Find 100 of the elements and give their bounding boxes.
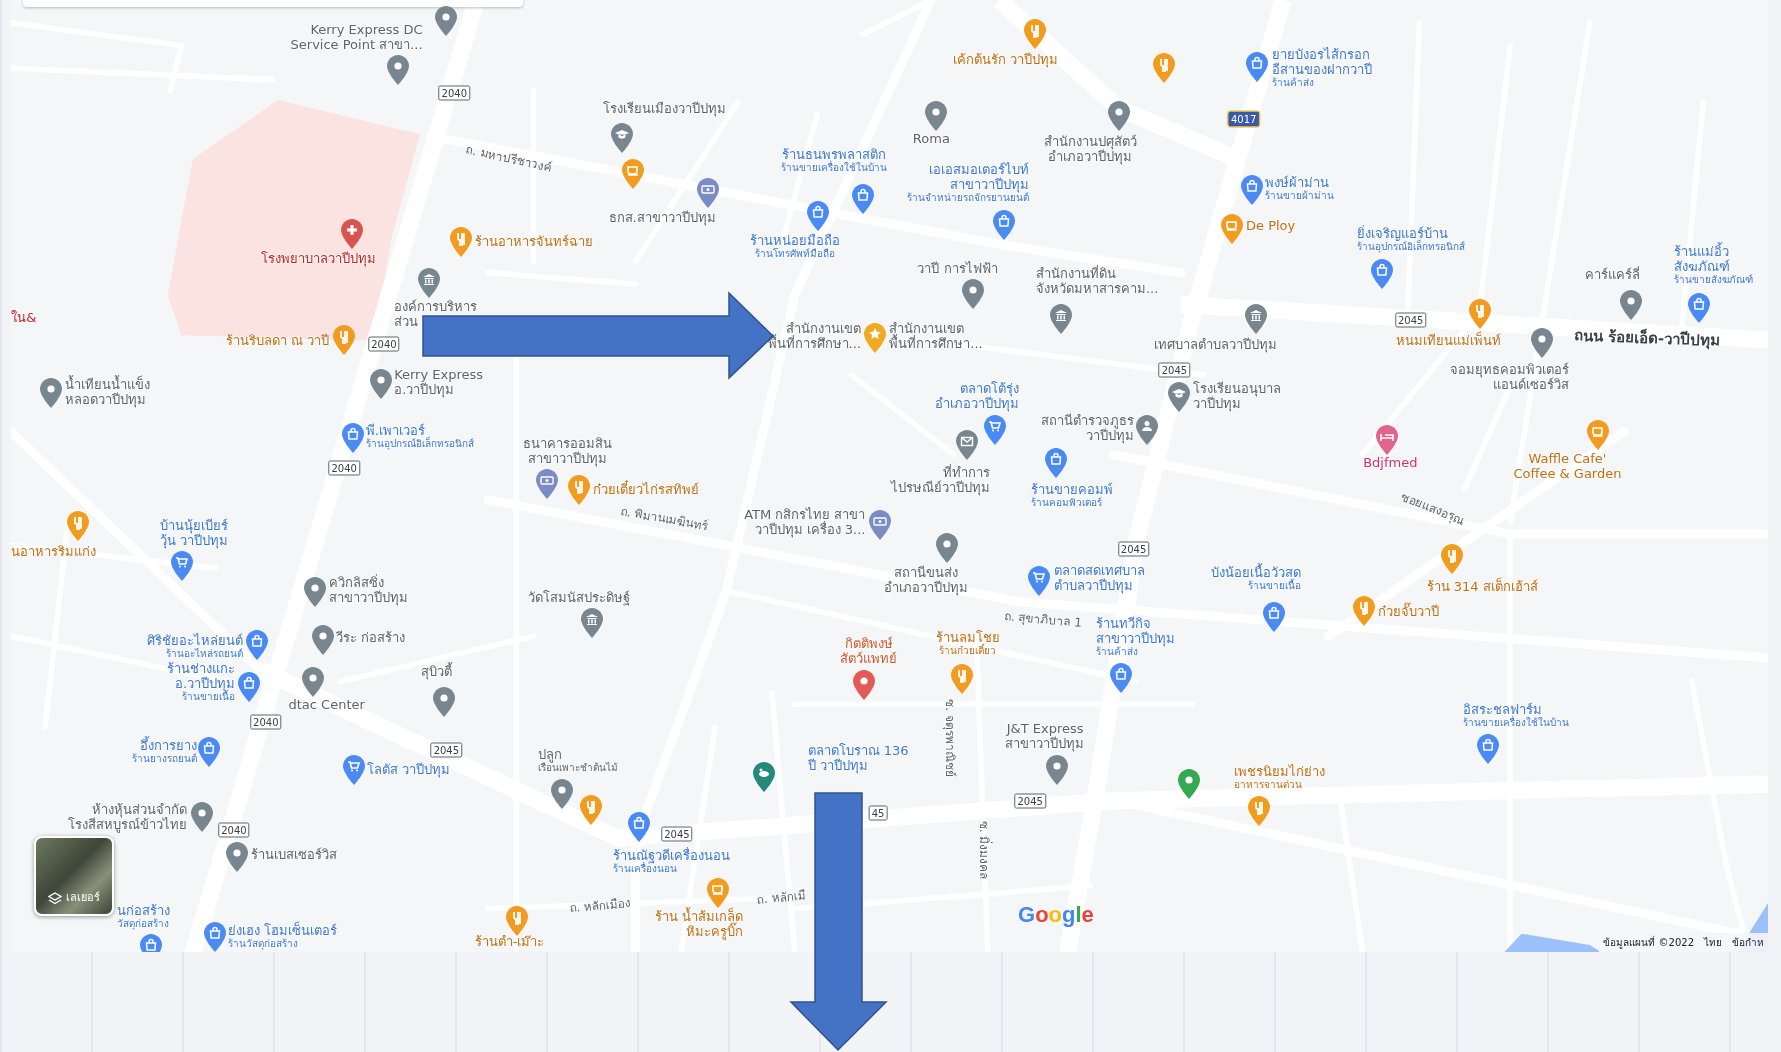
route-shield: 2040 [368,336,400,352]
layers-button[interactable]: เลเยอร์ [34,836,114,916]
cart-pin-icon[interactable] [984,414,1006,445]
cup-pin-icon[interactable] [1587,420,1610,451]
place-label: พงษ์ผ้าม่าน [1265,174,1330,190]
location-pin-icon[interactable] [1046,755,1069,786]
cart-pin-icon[interactable] [1028,565,1051,596]
map-data-credit[interactable]: ข้อมูลแผนที่ ©2022 [1603,935,1694,950]
shopping-bag-pin-icon[interactable] [1476,733,1499,764]
place-label: โรงพยาบาลวาปีปทุม [260,251,376,266]
place-category: ร้านอุปกรณ์อิเล็กทรอนิกส์ [1357,241,1466,254]
shopping-bag-pin-icon[interactable] [993,210,1016,241]
location-pin-icon[interactable] [936,532,959,563]
fork-knife-pin-icon[interactable] [450,227,473,258]
building-pin-icon[interactable] [1049,304,1072,335]
place-label: บังน้อยเนื้อวัวสด [1210,564,1301,580]
street-name: ซ. จตุรพาณิชย์ [941,699,958,778]
building-pin-icon[interactable] [418,268,441,299]
location-pin-icon[interactable] [924,101,947,132]
place-label: ตลาดโต้รุ่ง อำเภอวาปีปทุม [934,380,1019,411]
place-label: ร้านขายคอมพ์ [1031,481,1114,497]
place-label: ตลาดโบราณ 136 ปี วาปีปทุม [807,742,909,773]
cart-pin-icon[interactable] [343,755,366,786]
shopping-bag-pin-icon[interactable] [1263,602,1286,632]
place-label: สถานีขนส่ง อำเภอวาปีปทุม [883,564,968,595]
place-category: ร้านโทรศัพท์มือถือ [755,247,836,260]
location-pin-icon[interactable] [303,577,326,607]
location-pin-icon[interactable] [1620,289,1643,320]
location-pin-icon[interactable] [435,5,458,36]
place-label: ยายบังอรไส้กรอก อีสานของฝากวาปี [1272,46,1373,77]
fork-knife-pin-icon[interactable] [1153,53,1176,84]
star-pin-icon[interactable] [863,322,886,353]
location-pin-icon[interactable] [311,624,334,655]
place-category: ร้านวัสดุก่อสร้าง [228,938,299,951]
place-label: คาร์แคร์ลี่ [1585,266,1641,282]
route-shield: 4017 [1228,111,1260,127]
shopping-bag-pin-icon[interactable] [237,672,260,703]
shopping-bag-pin-icon[interactable] [1045,447,1068,478]
bed-pin-icon[interactable] [1375,424,1398,455]
fork-knife-pin-icon[interactable] [579,795,602,826]
cup-pin-icon[interactable] [621,159,644,189]
location-pin-icon[interactable] [1531,328,1554,359]
fork-knife-pin-icon[interactable] [1353,596,1376,627]
fork-knife-pin-icon[interactable] [1247,796,1270,827]
street-name: ถ. หลักเมื [756,887,807,909]
shopping-bag-pin-icon[interactable] [198,737,220,768]
fork-knife-pin-icon[interactable] [333,324,356,355]
shopping-bag-pin-icon[interactable] [806,201,829,232]
location-pin-icon[interactable] [191,801,214,832]
shopping-bag-pin-icon[interactable] [1688,293,1711,324]
cup-pin-icon[interactable] [706,878,729,908]
graduation-cap-pin-icon[interactable] [611,122,634,153]
fork-knife-pin-icon[interactable] [67,511,90,542]
place-category: ร้านค้าส่ง [1096,645,1139,658]
fork-knife-pin-icon[interactable] [1023,19,1046,50]
fork-knife-pin-icon[interactable] [1469,298,1491,329]
envelope-pin-icon[interactable] [955,430,978,461]
terms-link[interactable]: ข้อกำห [1732,935,1764,950]
fork-knife-pin-icon[interactable] [568,474,591,505]
fork-knife-pin-icon[interactable] [951,664,974,695]
place-label: สำนักงานที่ดิน จังหวัดมหาสารคาม... [1035,265,1159,296]
location-pin-icon[interactable] [302,666,325,697]
place-label: ก๋วยเตี๋ยวไก่รสทิพย์ [592,481,699,497]
cup-pin-icon[interactable] [1221,213,1244,244]
place-category: ร้านขายเครื่องใช้ในบ้าน [1462,716,1569,729]
location-pin-icon[interactable] [853,670,876,701]
banknote-pin-icon[interactable] [696,178,719,209]
location-pin-icon[interactable] [40,378,63,409]
shopping-bag-pin-icon[interactable] [203,922,226,952]
location-pin-icon[interactable] [226,841,249,872]
shopping-bag-pin-icon[interactable] [628,812,651,843]
location-pin-icon[interactable] [551,779,574,810]
place-label: ร้านหน่อยมือถือ [750,232,841,248]
place-label: ร้านทวีกิจ สาขาวาปีปทุม [1096,615,1176,646]
location-pin-icon[interactable] [386,54,409,85]
place-label: Kerry Express DC Service Point สาขา... [290,21,423,52]
language-link[interactable]: ไทย [1704,935,1722,950]
place-category: ร้านเครื่องนอน [613,863,678,876]
banknote-pin-icon[interactable] [536,469,559,500]
fork-knife-pin-icon[interactable] [505,906,528,937]
cart-pin-icon[interactable] [170,550,193,581]
graduation-cap-pin-icon[interactable] [1168,381,1190,412]
place-label: ร้านธนพรพลาสติก [781,146,886,162]
shopping-bag-pin-icon[interactable] [1110,663,1133,694]
location-pin-icon[interactable] [433,687,456,718]
shopping-bag-pin-icon[interactable] [1246,52,1269,83]
shopping-bag-pin-icon[interactable] [1240,174,1263,205]
location-pin-icon[interactable] [369,369,392,400]
banknote-pin-icon[interactable] [869,510,892,540]
building-pin-icon[interactable] [1245,304,1268,335]
place-label: Roma [912,130,950,146]
shopping-bag-pin-icon[interactable] [852,184,875,214]
fork-knife-pin-icon[interactable] [1440,544,1463,575]
shopping-bag-pin-icon[interactable] [245,630,268,661]
shopping-bag-pin-icon[interactable] [342,422,365,453]
medical-cross-pin-icon[interactable] [341,219,364,250]
shopping-bag-pin-icon[interactable] [1371,258,1394,289]
location-pin-icon[interactable] [962,279,985,310]
location-pin-icon[interactable] [1107,101,1130,132]
location-pin-icon[interactable] [1178,768,1201,799]
